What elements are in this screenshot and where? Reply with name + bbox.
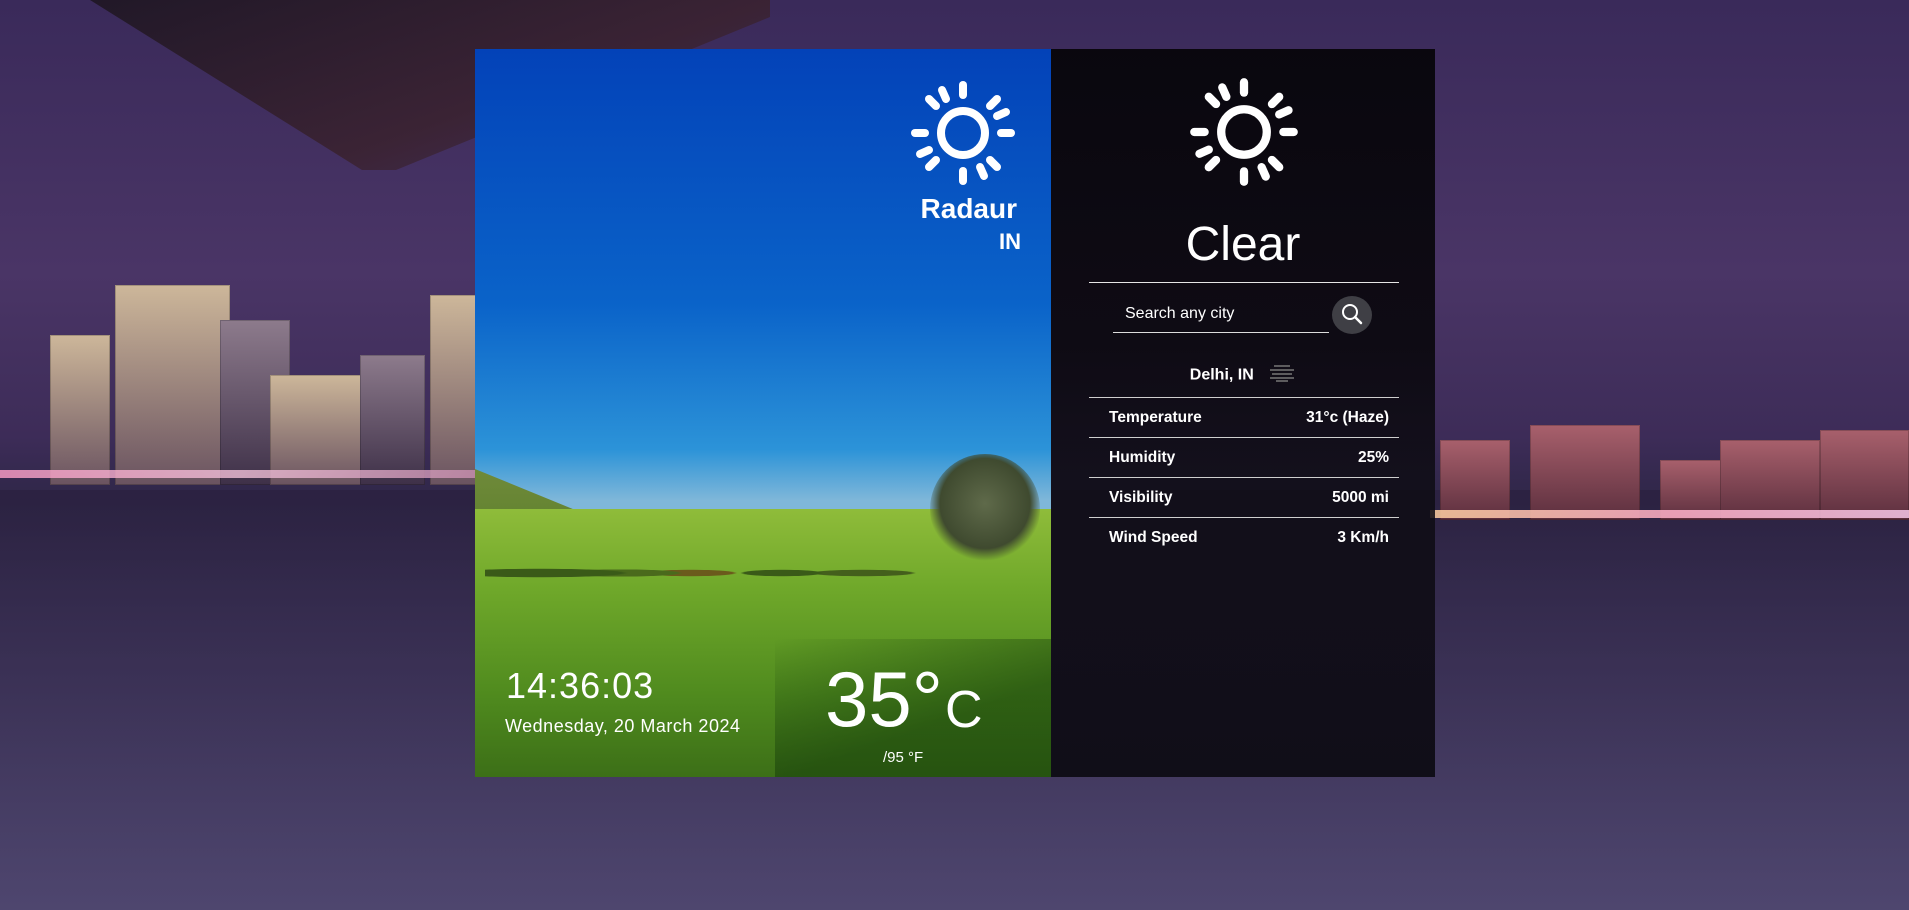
haze-icon [1268, 364, 1296, 387]
stat-label: Temperature [1109, 408, 1202, 426]
search-result-city: Delhi, IN [1189, 366, 1254, 384]
divider [1089, 282, 1399, 283]
search-icon [1341, 303, 1363, 328]
landscape-trees [485, 549, 1025, 589]
background-shore-lights-left [0, 470, 480, 478]
weather-condition: Clear [1185, 218, 1301, 271]
stat-value: 31°c (Haze) [1306, 408, 1389, 426]
current-time: 14:36:03 [506, 665, 655, 706]
stat-row-temperature: Temperature 31°c (Haze) [1089, 397, 1399, 437]
stat-label: Visibility [1109, 488, 1173, 506]
search-result-location: Delhi, IN [1051, 364, 1435, 387]
sun-icon [1186, 74, 1302, 190]
location-panel: Radaur IN 14:36:03 Wednesday, 20 March 2… [475, 49, 1051, 777]
stat-value: 3 Km/h [1337, 528, 1389, 546]
background-shore-lights-right [1430, 510, 1909, 518]
weather-stats: Temperature 31°c (Haze) Humidity 25% Vis… [1089, 397, 1399, 557]
background-skyline-right [1430, 380, 1909, 520]
stat-row-visibility: Visibility 5000 mi [1089, 477, 1399, 517]
temperature-unit: C [945, 681, 983, 739]
current-date: Wednesday, 20 March 2024 [505, 716, 741, 736]
stat-row-humidity: Humidity 25% [1089, 437, 1399, 477]
stat-row-wind-speed: Wind Speed 3 Km/h [1089, 517, 1399, 557]
stat-label: Wind Speed [1109, 528, 1198, 546]
background-skyline-left [20, 275, 490, 485]
stat-value: 25% [1357, 448, 1389, 466]
search-button[interactable] [1332, 296, 1372, 334]
country-code: IN [999, 229, 1021, 254]
temperature-celsius: 35° [825, 655, 943, 743]
landscape-big-tree [930, 454, 1040, 564]
weather-card: Radaur IN 14:36:03 Wednesday, 20 March 2… [475, 49, 1435, 777]
city-search-input[interactable] [1113, 295, 1329, 333]
stat-label: Humidity [1109, 448, 1176, 466]
sun-icon [907, 77, 1019, 189]
city-name: Radaur [920, 193, 1017, 224]
stat-value: 5000 mi [1332, 488, 1389, 506]
detail-panel: Clear Delhi, IN [1051, 49, 1435, 777]
temperature-fahrenheit: /95 °F [883, 749, 924, 766]
